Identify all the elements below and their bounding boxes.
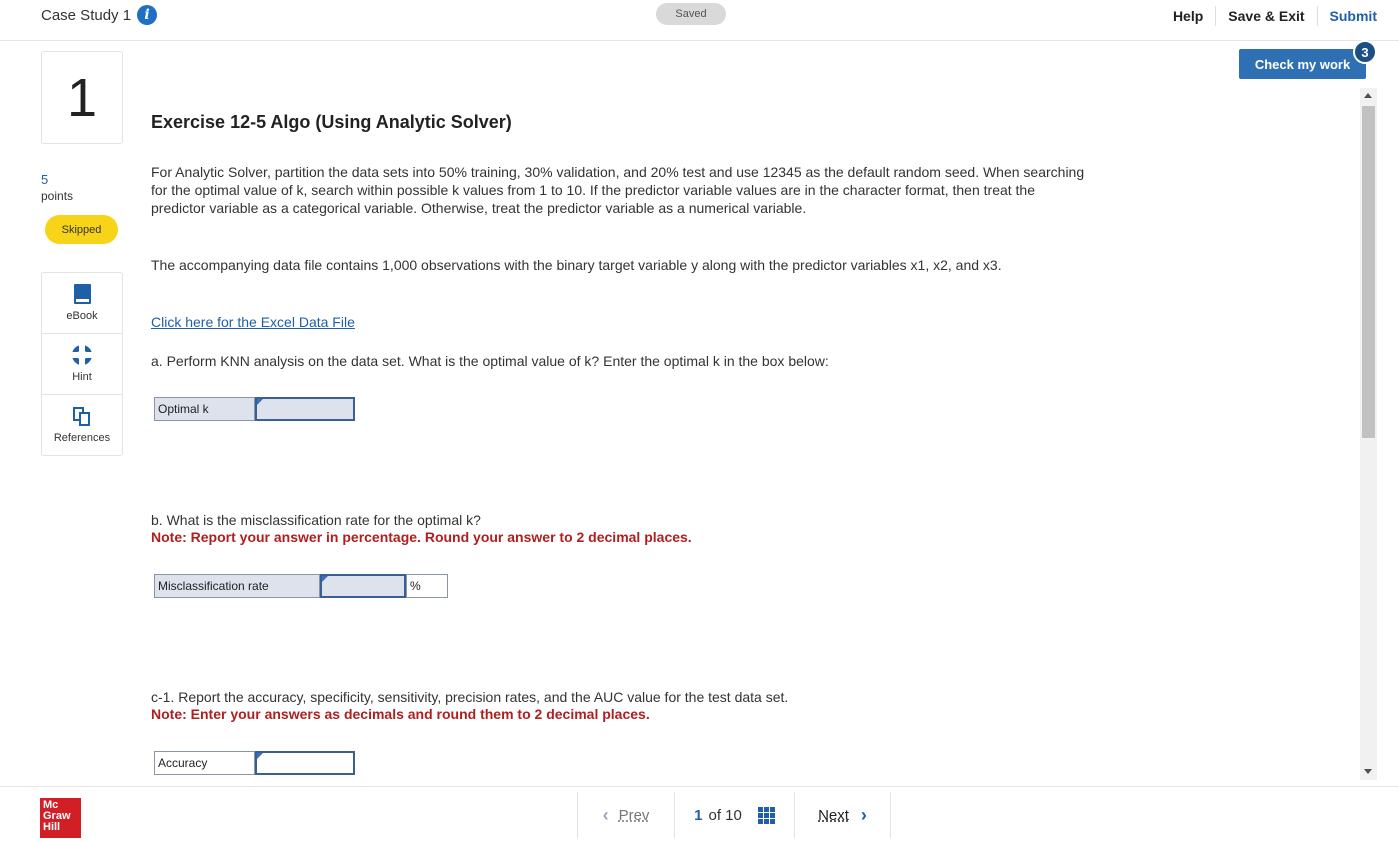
copy-icon (73, 407, 91, 426)
excel-data-file-link[interactable]: Click here for the Excel Data File (151, 314, 355, 330)
case-study-title-text: Case Study 1 (41, 6, 132, 24)
accuracy-label: Accuracy (154, 751, 255, 775)
info-icon[interactable]: i (137, 5, 158, 25)
points-label: points (41, 189, 74, 203)
case-study-title: Case Study 1 i (41, 5, 158, 25)
scroll-up-icon[interactable] (1364, 93, 1372, 98)
grid-icon[interactable] (757, 806, 775, 824)
part-c1-answer-row: Accuracy (154, 751, 355, 775)
prev-label: Prev (618, 806, 650, 824)
mcgraw-hill-logo: Mc Graw Hill (40, 798, 81, 838)
references-label: References (53, 432, 111, 444)
help-link[interactable]: Help (1161, 6, 1215, 26)
points-value: 5 (41, 172, 49, 187)
save-exit-link[interactable]: Save & Exit (1215, 6, 1316, 26)
percent-unit: % (406, 574, 448, 598)
references-button[interactable]: References (42, 395, 122, 456)
scroll-down-icon[interactable] (1364, 769, 1372, 774)
data-description: The accompanying data file contains 1,00… (151, 257, 1002, 273)
saved-status-badge: Saved (656, 3, 726, 25)
optimal-k-input[interactable] (255, 397, 355, 421)
question-pager: ‹ Prev 1 of 10 Next › (577, 792, 891, 838)
check-my-work-button[interactable]: Check my work (1239, 49, 1366, 79)
next-button[interactable]: Next › (795, 792, 890, 838)
prev-button[interactable]: ‹ Prev (578, 792, 675, 838)
top-bar: Case Study 1 i Saved Help Save & Exit Su… (0, 0, 1399, 41)
book-icon (73, 284, 91, 304)
skipped-status-badge: Skipped (45, 215, 118, 244)
points-info: 5 points (41, 172, 73, 204)
question-intro: For Analytic Solver, partition the data … (151, 164, 1085, 216)
question-position[interactable]: 1 of 10 (675, 792, 795, 838)
optimal-k-label: Optimal k (154, 397, 255, 421)
hint-button[interactable]: Hint (42, 334, 122, 395)
part-c1-note: Note: Enter your answers as decimals and… (151, 706, 650, 722)
question-title: Exercise 12-5 Algo (Using Analytic Solve… (151, 112, 512, 132)
chevron-left-icon: ‹ (602, 804, 609, 825)
hint-label: Hint (72, 371, 92, 383)
chevron-right-icon: › (860, 804, 867, 825)
top-links: Help Save & Exit Submit (1161, 6, 1377, 26)
part-b-note: Note: Report your answer in percentage. … (151, 529, 692, 545)
scroll-thumb[interactable] (1362, 106, 1375, 438)
tools-panel: eBook Hint References (41, 272, 123, 456)
part-a-answer-row: Optimal k (154, 397, 355, 421)
question-number: 1 (41, 51, 123, 144)
misclassification-rate-label: Misclassification rate (154, 574, 320, 598)
submit-link[interactable]: Submit (1316, 6, 1377, 26)
current-question-number: 1 (694, 806, 703, 824)
part-b-question: b. What is the misclassification rate fo… (151, 512, 481, 528)
part-a-question: a. Perform KNN analysis on the data set.… (151, 353, 829, 369)
part-c1-question: c-1. Report the accuracy, specificity, s… (151, 689, 789, 705)
total-questions: of 10 (708, 806, 742, 824)
ebook-button[interactable]: eBook (42, 273, 122, 334)
check-attempts-badge: 3 (1353, 40, 1377, 64)
vertical-scrollbar[interactable] (1360, 88, 1377, 780)
ebook-label: eBook (66, 310, 98, 322)
footer: Mc Graw Hill ‹ Prev 1 of 10 Next › (0, 786, 1399, 842)
misclassification-rate-input[interactable] (320, 574, 406, 598)
next-label: Next (818, 806, 849, 824)
part-b-answer-row: Misclassification rate % (154, 574, 448, 598)
accuracy-input[interactable] (255, 751, 355, 775)
lifebuoy-icon (72, 345, 92, 365)
